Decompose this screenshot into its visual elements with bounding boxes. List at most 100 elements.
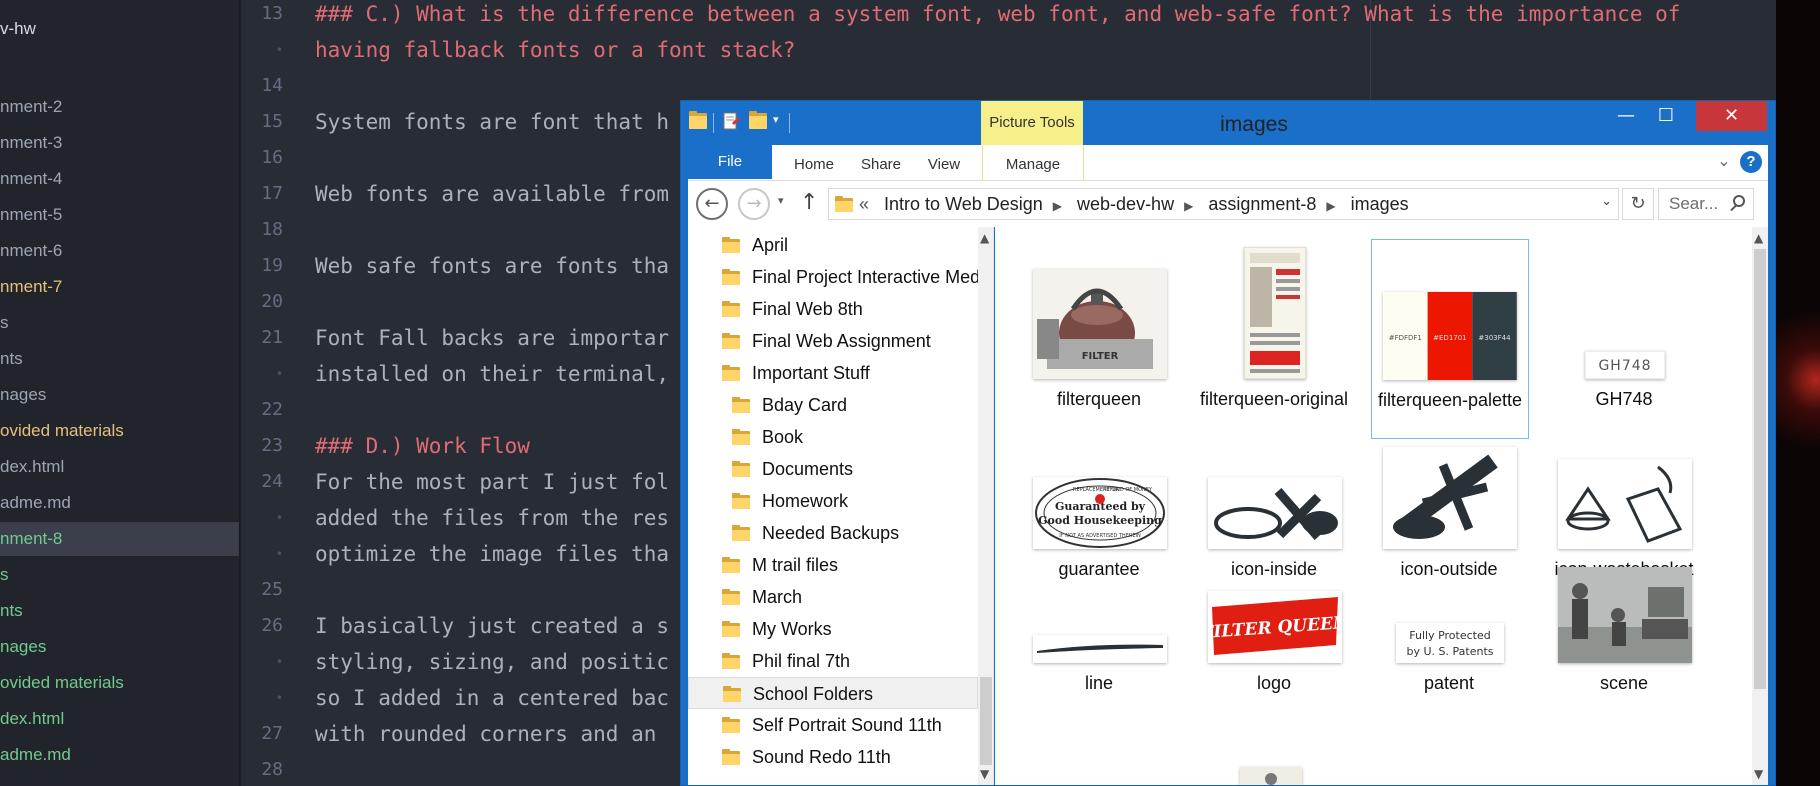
- code-line[interactable]: Font Fall backs are importar: [315, 320, 669, 356]
- file-item[interactable]: icon-inside: [1196, 421, 1354, 579]
- sidebar-tree-item[interactable]: nment-8: [0, 522, 239, 556]
- code-line[interactable]: installed on their terminal,: [315, 356, 669, 392]
- tree-folder-item[interactable]: School Folders: [688, 677, 978, 709]
- file-item[interactable]: REPLACEMENT OR REFUND OF MONEY Guaranteed …: [1021, 421, 1179, 579]
- tree-folder-item[interactable]: Sound Redo 11th: [688, 741, 978, 773]
- sidebar-tree-item[interactable]: s: [0, 306, 239, 340]
- tree-folder-item[interactable]: Self Portrait Sound 11th: [688, 709, 978, 741]
- tree-folder-item[interactable]: Final Web Assignment: [688, 325, 978, 357]
- breadcrumb-separator-icon[interactable]: ▶: [1184, 199, 1193, 213]
- code-line[interactable]: with rounded corners and an: [315, 716, 656, 752]
- breadcrumb-item[interactable]: Intro to Web Design: [884, 194, 1043, 214]
- breadcrumb-item[interactable]: web-dev-hw: [1077, 194, 1174, 214]
- scroll-up-icon[interactable]: ▲: [1754, 231, 1763, 245]
- project-root-label[interactable]: v-hw: [0, 14, 36, 44]
- scroll-down-icon[interactable]: ▼: [980, 767, 989, 781]
- code-line[interactable]: ### C.) What is the difference between a…: [315, 0, 1680, 32]
- code-line[interactable]: styling, sizing, and positic: [315, 644, 669, 680]
- tree-folder-item[interactable]: Book: [688, 421, 978, 453]
- tree-folder-item[interactable]: Phil final 7th: [688, 645, 978, 677]
- sidebar-tree-item[interactable]: nages: [0, 378, 239, 412]
- scrollbar-thumb[interactable]: [1754, 249, 1766, 689]
- recent-locations-chevron-icon[interactable]: ▾: [778, 194, 784, 207]
- scroll-up-icon[interactable]: ▲: [980, 231, 989, 245]
- sidebar-tree-item[interactable]: nages: [0, 630, 239, 664]
- breadcrumb-item[interactable]: assignment-8: [1208, 194, 1316, 214]
- code-line[interactable]: having fallback fonts or a font stack?: [315, 32, 795, 68]
- tab-home[interactable]: Home: [778, 145, 850, 181]
- sidebar-tree-item[interactable]: nment-7: [0, 270, 239, 304]
- sidebar-tree-item[interactable]: adme.md: [0, 486, 239, 520]
- sidebar-tree-item[interactable]: adme.md: [0, 738, 239, 772]
- file-item[interactable]: icon-wastebasket: [1546, 421, 1704, 579]
- file-item[interactable]: filterqueen-original: [1196, 239, 1354, 439]
- explorer-titlebar[interactable]: ▾ images Picture Tools — ☐ ✕: [681, 101, 1775, 145]
- sidebar-tree-item[interactable]: nts: [0, 342, 239, 376]
- breadcrumb-overflow[interactable]: «: [859, 194, 869, 214]
- file-item[interactable]: FILTER QUEEN logo: [1196, 559, 1354, 693]
- sidebar-tree-item[interactable]: s: [0, 558, 239, 592]
- file-item[interactable]: GH748 GH748: [1546, 239, 1704, 439]
- file-item[interactable]: Fully Protected by U. S. Patents patent: [1371, 559, 1529, 693]
- tree-folder-item[interactable]: M trail files: [688, 549, 978, 581]
- sidebar-tree-item[interactable]: nment-2: [0, 90, 239, 124]
- code-line[interactable]: added the files from the res: [315, 500, 669, 536]
- tab-file[interactable]: File: [688, 145, 772, 179]
- sidebar-tree-item[interactable]: nment-5: [0, 198, 239, 232]
- code-line[interactable]: I basically just created a s: [315, 608, 669, 644]
- navigation-pane-scrollbar[interactable]: ▲ ▼: [978, 227, 993, 785]
- sidebar-tree-item[interactable]: dex.html: [0, 450, 239, 484]
- sidebar-tree-item[interactable]: nment-3: [0, 126, 239, 160]
- file-thumbnail[interactable]: [1240, 767, 1302, 785]
- tree-folder-item[interactable]: Final Web 8th: [688, 293, 978, 325]
- code-line[interactable]: optimize the image files tha: [315, 536, 669, 572]
- file-item[interactable]: icon-outside: [1371, 421, 1529, 579]
- tree-folder-item[interactable]: March: [688, 581, 978, 613]
- breadcrumb-separator-icon[interactable]: ▶: [1326, 199, 1335, 213]
- expand-ribbon-chevron-icon[interactable]: ⌄: [1712, 149, 1736, 173]
- sidebar-tree-item[interactable]: ovided materials: [0, 666, 239, 700]
- file-item[interactable]: line: [1021, 559, 1179, 693]
- code-line[interactable]: ### D.) Work Flow: [315, 428, 530, 464]
- tab-manage[interactable]: Manage: [983, 145, 1083, 181]
- code-line[interactable]: System fonts are font that h: [315, 104, 669, 140]
- scroll-down-icon[interactable]: ▼: [1754, 767, 1763, 781]
- code-line[interactable]: Web safe fonts are fonts tha: [315, 248, 669, 284]
- sidebar-tree-item[interactable]: nts: [0, 594, 239, 628]
- tree-folder-item[interactable]: Final Project Interactive Medi: [688, 261, 984, 293]
- tree-folder-item[interactable]: Needed Backups: [688, 517, 978, 549]
- tab-share[interactable]: Share: [850, 145, 912, 181]
- file-item[interactable]: #FDFDF1 #ED1701 #303F44 filterqueen-palette: [1371, 239, 1529, 439]
- file-item[interactable]: scene: [1546, 559, 1704, 693]
- breadcrumb-separator-icon[interactable]: ▶: [1053, 199, 1062, 213]
- tree-folder-item[interactable]: Important Stuff: [688, 357, 978, 389]
- help-icon[interactable]: ?: [1740, 151, 1762, 173]
- address-dropdown-chevron-icon[interactable]: ⌄: [1601, 194, 1612, 209]
- scrollbar-thumb[interactable]: [980, 677, 992, 765]
- tree-folder-item[interactable]: Bday Card: [688, 389, 978, 421]
- sidebar-tree-item[interactable]: ovided materials: [0, 414, 239, 448]
- code-line[interactable]: so I added in a centered bac: [315, 680, 669, 716]
- tab-view[interactable]: View: [912, 145, 976, 181]
- sidebar-tree-item[interactable]: nment-4: [0, 162, 239, 196]
- maximize-button[interactable]: ☐: [1646, 101, 1686, 131]
- sidebar-tree-item[interactable]: dex.html: [0, 702, 239, 736]
- tree-folder-item[interactable]: April: [688, 229, 978, 261]
- refresh-icon[interactable]: ↻: [1622, 188, 1654, 220]
- file-item[interactable]: FILTER filterqueen: [1021, 239, 1179, 439]
- tree-folder-item[interactable]: Documents: [688, 453, 978, 485]
- forward-arrow-icon[interactable]: →: [738, 188, 770, 220]
- sidebar-tree-item[interactable]: nment-6: [0, 234, 239, 268]
- code-line[interactable]: For the most part I just fol: [315, 464, 669, 500]
- up-arrow-icon[interactable]: ↑: [800, 190, 818, 215]
- back-arrow-icon[interactable]: ←: [696, 188, 728, 220]
- tree-folder-item[interactable]: Homework: [688, 485, 978, 517]
- minimize-button[interactable]: —: [1606, 101, 1646, 131]
- code-line[interactable]: Web fonts are available from: [315, 176, 669, 212]
- breadcrumb-item[interactable]: images: [1351, 194, 1409, 214]
- file-pane-scrollbar[interactable]: ▲ ▼: [1752, 227, 1768, 785]
- close-button[interactable]: ✕: [1696, 101, 1767, 131]
- tree-folder-item[interactable]: My Works: [688, 613, 978, 645]
- search-input[interactable]: Sear...: [1658, 188, 1754, 220]
- address-bar[interactable]: « Intro to Web Design ▶ web-dev-hw ▶ assig…: [828, 188, 1619, 220]
